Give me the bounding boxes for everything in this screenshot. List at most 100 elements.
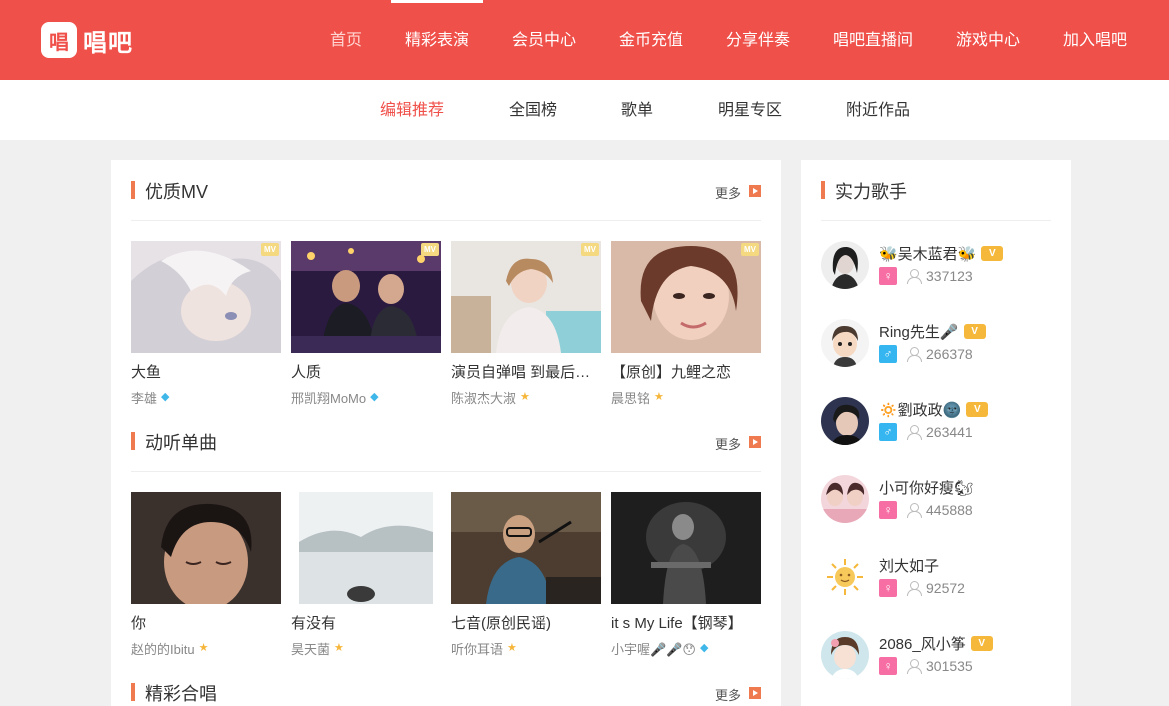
- more-arrow-icon[interactable]: [749, 185, 761, 197]
- more-arrow-icon[interactable]: [749, 436, 761, 448]
- nav-home[interactable]: 首页: [330, 0, 362, 80]
- vip-icon: V: [963, 324, 986, 339]
- nav-live-room[interactable]: 唱吧直播间: [833, 0, 913, 80]
- section-title: 精彩合唱: [145, 684, 217, 704]
- card-title[interactable]: 七音(原创民谣): [451, 612, 601, 633]
- fans-count: 445888: [926, 502, 973, 518]
- author-name[interactable]: 小宇喔🎤🎤😯: [611, 639, 696, 658]
- mv-badge: MV: [741, 243, 759, 256]
- mv-badge: MV: [581, 243, 599, 256]
- singer-item[interactable]: 2086_风小筝 V ♀ 301535: [821, 631, 1051, 691]
- nav-join[interactable]: 加入唱吧: [1063, 0, 1127, 80]
- single-card[interactable]: 你 赵的的Ibitu ★: [131, 492, 281, 657]
- mv-card[interactable]: MV 演员自弹唱 到最后… 陈淑杰大淑 ★: [451, 241, 601, 406]
- singer-item[interactable]: 小可你好瘦🐿 ♀ 445888: [821, 475, 1051, 535]
- singer-name[interactable]: 🐝吴木蓝君🐝: [879, 243, 976, 264]
- author-name[interactable]: 听你耳语: [451, 639, 503, 658]
- singer-name[interactable]: Ring先生🎤: [879, 321, 959, 342]
- female-icon: ♀: [879, 579, 897, 597]
- singer-name[interactable]: 🔅劉政政🌚: [879, 399, 961, 420]
- avatar[interactable]: [821, 475, 869, 523]
- author-name[interactable]: 昊天菌: [291, 639, 330, 658]
- nav-performances[interactable]: 精彩表演: [405, 0, 469, 80]
- card-author: 小宇喔🎤🎤😯 ◆: [611, 639, 708, 658]
- thumbnail[interactable]: MV: [611, 241, 761, 353]
- singer-name[interactable]: 刘大如子: [879, 555, 939, 576]
- thumbnail[interactable]: MV: [131, 241, 281, 353]
- card-title[interactable]: 【原创】九鲤之恋: [611, 361, 761, 382]
- single-card[interactable]: 七音(原创民谣) 听你耳语 ★: [451, 492, 601, 657]
- nav-membership[interactable]: 会员中心: [512, 0, 576, 80]
- single-card[interactable]: it s My Life【钢琴】 小宇喔🎤🎤😯 ◆: [611, 492, 761, 657]
- singer-meta: ♂ 266378: [879, 345, 973, 363]
- star-icon: ★: [198, 642, 209, 654]
- avatar[interactable]: [821, 241, 869, 289]
- thumbnail[interactable]: [131, 492, 281, 604]
- fans-count: 92572: [926, 580, 965, 596]
- nav-share-accompaniment[interactable]: 分享伴奏: [726, 0, 790, 80]
- singer-item[interactable]: 🔅劉政政🌚 V ♂ 263441: [821, 397, 1051, 457]
- card-title[interactable]: 有没有: [291, 612, 441, 633]
- mv-card[interactable]: MV 【原创】九鲤之恋 晨思铭 ★: [611, 241, 761, 406]
- card-title[interactable]: 演员自弹唱 到最后…: [451, 361, 601, 382]
- subnav-national-chart[interactable]: 全国榜: [509, 80, 557, 140]
- section-accent-bar: [821, 181, 825, 199]
- subnav-nearby[interactable]: 附近作品: [846, 80, 910, 140]
- mv-card[interactable]: MV 人质 邢凯翔MoMo ◆: [291, 241, 441, 406]
- more-arrow-icon[interactable]: [749, 687, 761, 699]
- singer-meta: ♂ 263441: [879, 423, 973, 441]
- avatar[interactable]: [821, 631, 869, 679]
- singer-name-row: 2086_风小筝 V: [879, 633, 993, 654]
- male-icon: ♂: [879, 423, 897, 441]
- thumbnail[interactable]: [611, 492, 761, 604]
- avatar[interactable]: [821, 319, 869, 367]
- thumbnail-image: [291, 492, 441, 604]
- fans-count: 266378: [926, 346, 973, 362]
- card-title[interactable]: 人质: [291, 361, 441, 382]
- female-icon: ♀: [879, 501, 897, 519]
- mv-card[interactable]: MV 大鱼 李雄 ◆: [131, 241, 281, 406]
- single-card[interactable]: 有没有 昊天菌 ★: [291, 492, 441, 657]
- subnav-star-zone[interactable]: 明星专区: [718, 80, 782, 140]
- singer-name-row: Ring先生🎤 V: [879, 321, 986, 342]
- singer-item[interactable]: 刘大如子 ♀ 92572: [821, 553, 1051, 613]
- card-author: 李雄 ◆: [131, 388, 169, 407]
- author-name[interactable]: 李雄: [131, 388, 157, 407]
- thumbnail[interactable]: [291, 492, 441, 604]
- author-name[interactable]: 邢凯翔MoMo: [291, 388, 366, 407]
- section-header-mv: 优质MV 更多: [131, 160, 761, 221]
- mv-badge: MV: [421, 243, 439, 256]
- thumbnail-image: [131, 241, 281, 353]
- thumbnail[interactable]: MV: [451, 241, 601, 353]
- fans-icon: [906, 580, 922, 596]
- card-title[interactable]: it s My Life【钢琴】: [611, 612, 761, 633]
- nav-coin-recharge[interactable]: 金币充值: [619, 0, 683, 80]
- avatar[interactable]: [821, 397, 869, 445]
- singer-item[interactable]: Ring先生🎤 V ♂ 266378: [821, 319, 1051, 379]
- singer-name[interactable]: 小可你好瘦🐿: [879, 477, 973, 498]
- avatar-image: [821, 553, 869, 601]
- more-link[interactable]: 更多: [715, 183, 741, 202]
- thumbnail[interactable]: [451, 492, 601, 604]
- vip-icon: V: [966, 402, 989, 417]
- fans-icon: [906, 502, 922, 518]
- card-author: 赵的的Ibitu ★: [131, 639, 208, 658]
- singer-item[interactable]: 🐝吴木蓝君🐝 V ♀ 337123: [821, 241, 1051, 301]
- nav-game-center[interactable]: 游戏中心: [956, 0, 1020, 80]
- card-title[interactable]: 大鱼: [131, 361, 281, 382]
- subnav-playlists[interactable]: 歌单: [621, 80, 653, 140]
- fans-icon: [906, 424, 922, 440]
- subnav-editor-picks[interactable]: 编辑推荐: [380, 80, 444, 140]
- author-name[interactable]: 赵的的Ibitu: [131, 639, 195, 658]
- author-name[interactable]: 陈淑杰大淑: [451, 388, 516, 407]
- thumbnail[interactable]: MV: [291, 241, 441, 353]
- author-name[interactable]: 晨思铭: [611, 388, 650, 407]
- fans-count: 301535: [926, 658, 973, 674]
- female-icon: ♀: [879, 267, 897, 285]
- fans-icon: [906, 268, 922, 284]
- avatar[interactable]: [821, 553, 869, 601]
- more-link[interactable]: 更多: [715, 434, 741, 453]
- more-link[interactable]: 更多: [715, 685, 741, 704]
- card-title[interactable]: 你: [131, 612, 281, 633]
- singer-name[interactable]: 2086_风小筝: [879, 633, 966, 654]
